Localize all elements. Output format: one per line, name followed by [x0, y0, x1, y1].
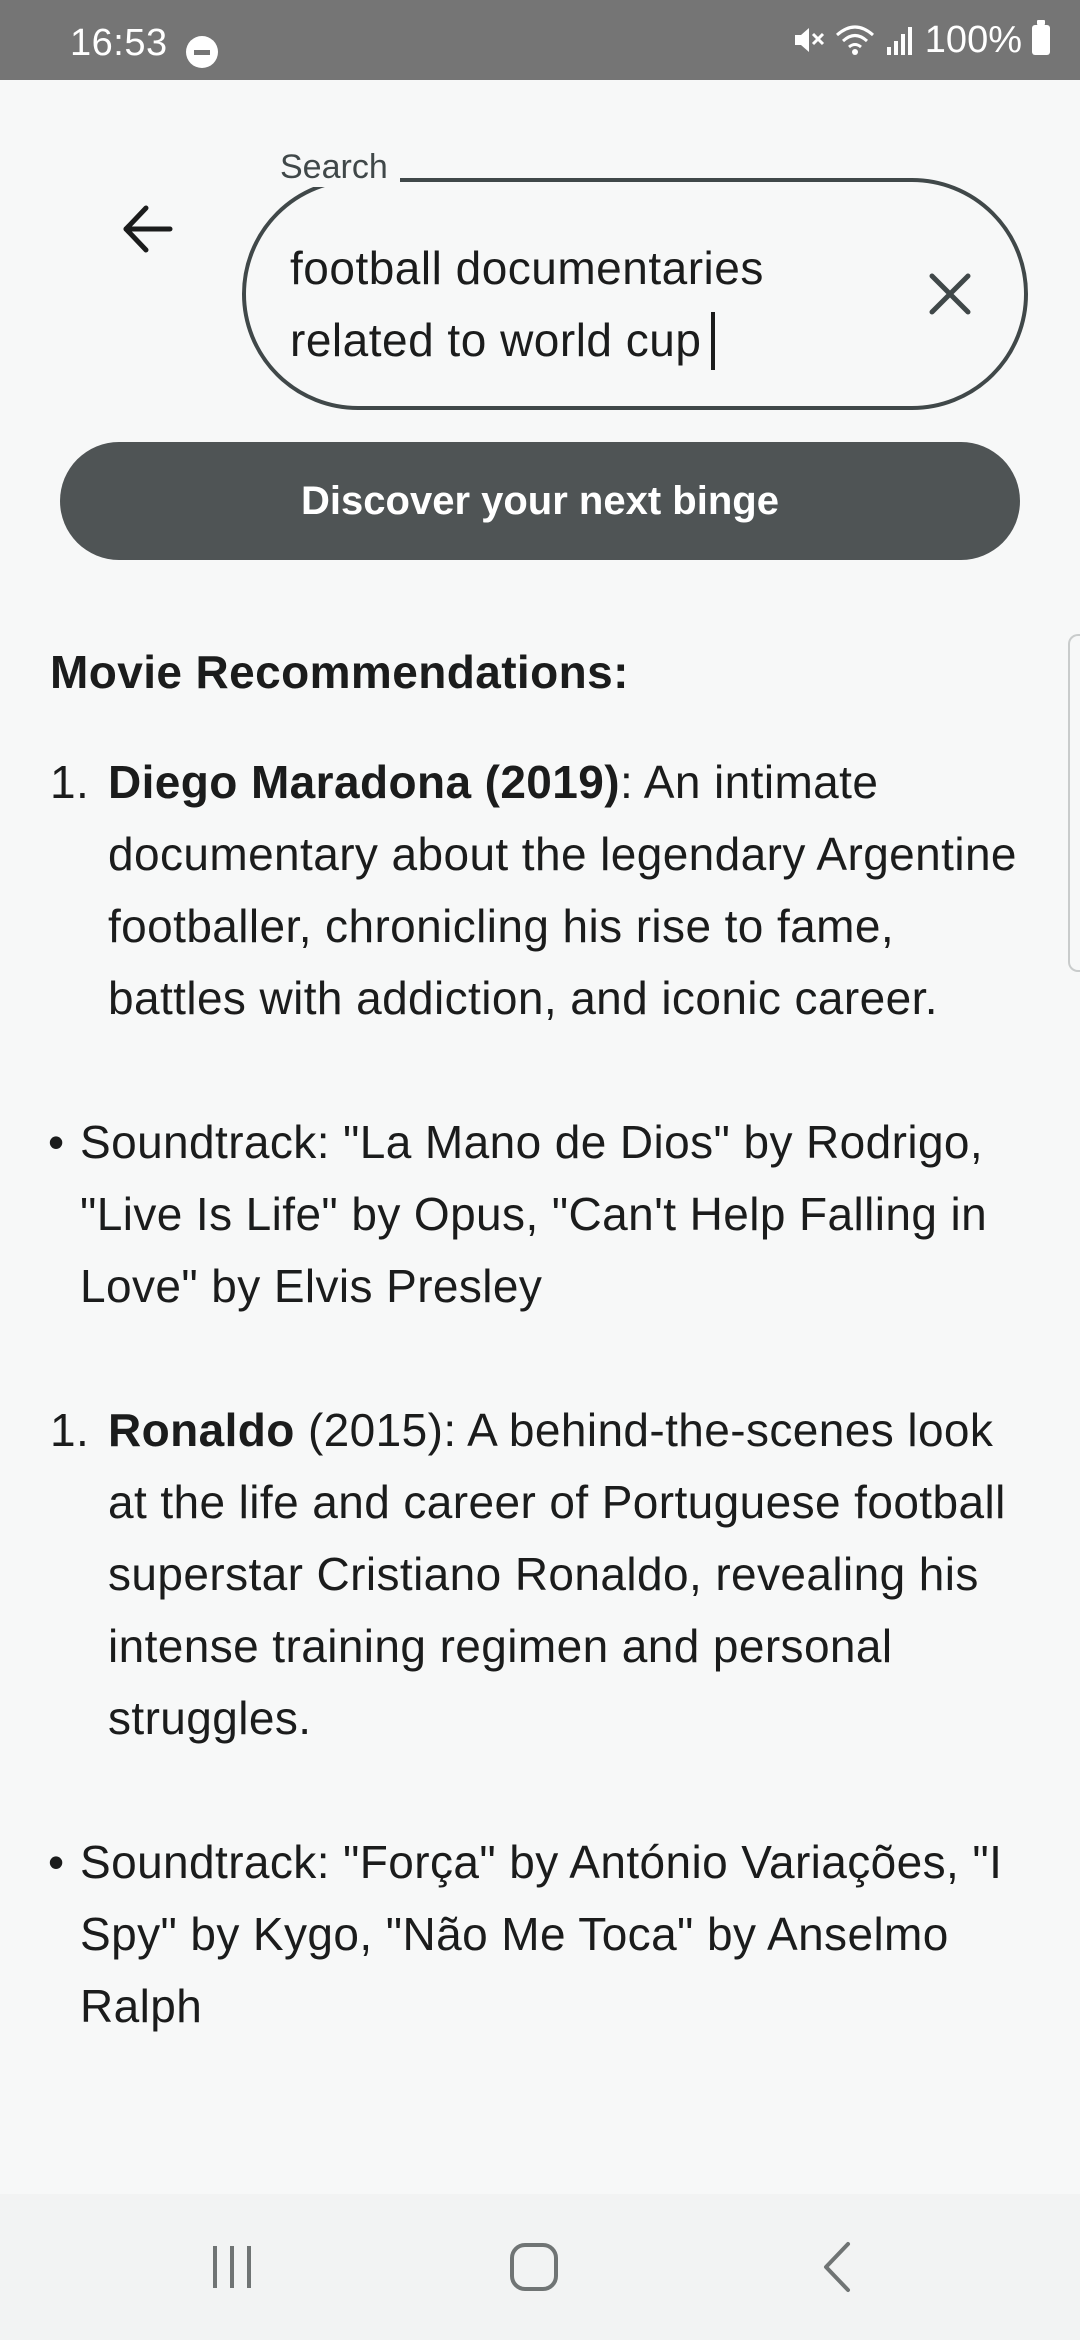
- do-not-disturb-icon: [186, 36, 218, 68]
- close-icon: [927, 271, 973, 322]
- home-icon: [507, 2240, 561, 2299]
- signal-icon: [885, 23, 915, 57]
- movie-title: Ronaldo: [108, 1404, 295, 1456]
- wifi-icon: [835, 23, 875, 57]
- search-field[interactable]: Search football documentaries related to…: [242, 148, 1028, 410]
- home-button[interactable]: [494, 2234, 574, 2304]
- nav-back-button[interactable]: [798, 2234, 878, 2304]
- movie-title: Diego Maradona (2019): [108, 756, 620, 808]
- status-time: 16:53: [70, 22, 168, 64]
- movie-text: Ronaldo (2015): A behind-the-scenes look…: [108, 1394, 1040, 1754]
- bullet: •: [48, 1836, 65, 1888]
- movie-item: 1. Diego Maradona (2019): An intimate do…: [50, 746, 1040, 1034]
- system-navigation-bar: [0, 2194, 1080, 2340]
- battery-percentage: 100%: [924, 18, 1022, 61]
- back-button[interactable]: [112, 196, 182, 266]
- search-label: Search: [268, 148, 400, 187]
- soundtrack-text: Soundtrack: "Força" by António Variações…: [80, 1836, 1003, 2032]
- search-input-text: football documentaries related to world …: [290, 242, 764, 366]
- mute-icon: [791, 23, 825, 57]
- recents-icon: [207, 2242, 257, 2297]
- search-input[interactable]: football documentaries related to world …: [290, 232, 850, 376]
- recommendations-content: Movie Recommendations: 1. Diego Maradona…: [48, 636, 1040, 2114]
- status-bar: 16:53 100%: [0, 0, 1080, 80]
- list-number: 1.: [50, 756, 90, 808]
- soundtrack-item: • Soundtrack: "La Mano de Dios" by Rodri…: [48, 1106, 1040, 1322]
- discover-button[interactable]: Discover your next binge: [60, 442, 1020, 560]
- movie-item: 1. Ronaldo (2015): A behind-the-scenes l…: [50, 1394, 1040, 1754]
- text-cursor: [711, 312, 716, 370]
- bullet: •: [48, 1116, 65, 1168]
- chevron-left-icon: [818, 2240, 858, 2299]
- soundtrack-text: Soundtrack: "La Mano de Dios" by Rodrigo…: [80, 1116, 988, 1312]
- soundtrack-item: • Soundtrack: "Força" by António Variaçõ…: [48, 1826, 1040, 2042]
- section-heading: Movie Recommendations:: [50, 646, 629, 698]
- recents-button[interactable]: [192, 2234, 272, 2304]
- status-icons: 100%: [791, 18, 1050, 62]
- movie-text: Diego Maradona (2019): An intimate docum…: [108, 746, 1040, 1034]
- arrow-back-icon: [120, 204, 174, 259]
- battery-icon: [1032, 20, 1050, 55]
- clear-search-button[interactable]: [920, 266, 980, 326]
- list-number: 1.: [50, 1404, 90, 1456]
- scrollbar[interactable]: [1068, 634, 1080, 972]
